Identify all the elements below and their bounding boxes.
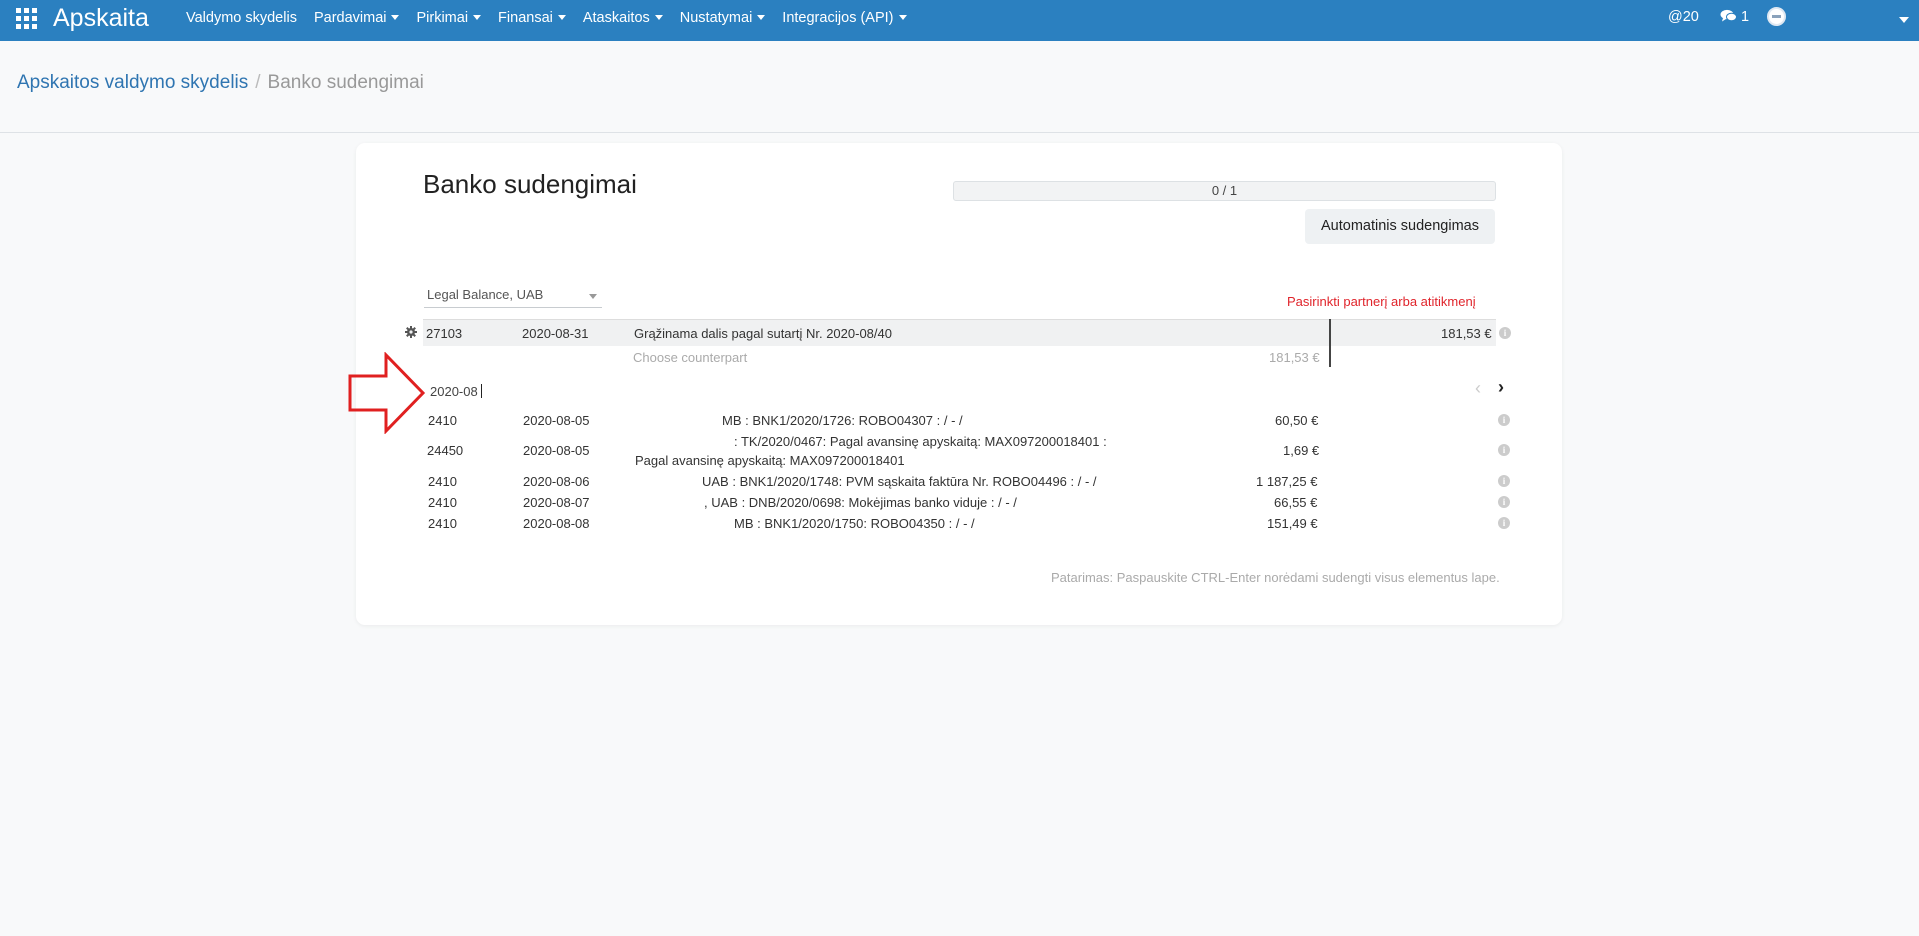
reconciliation-progress-bar: 0 / 1: [953, 181, 1496, 201]
info-icon[interactable]: i: [1499, 327, 1511, 339]
candidate-date: 2020-08-08: [523, 516, 590, 531]
candidate-amount: 1 187,25 €: [1256, 474, 1318, 489]
apps-grid-icon[interactable]: [16, 8, 38, 30]
menu-item-reports[interactable]: Ataskaitos: [583, 10, 663, 26]
brand-logo-text[interactable]: Apskaita: [53, 4, 149, 33]
chevron-down-icon: [757, 15, 766, 20]
chevron-down-icon: [898, 15, 907, 20]
page-title: Banko sudengimai: [423, 169, 637, 199]
choose-counterpart-field[interactable]: Choose counterpart: [633, 350, 747, 365]
menu-item-purchases[interactable]: Pirkimai: [416, 10, 482, 26]
menu-item-label: Finansai: [498, 10, 553, 26]
candidate-date: 2020-08-06: [523, 474, 590, 489]
breadcrumb-current: Banko sudengimai: [267, 72, 424, 93]
annotation-arrow-icon: [348, 352, 426, 434]
candidate-amount: 151,49 €: [1267, 516, 1318, 531]
comments-icon: [1720, 9, 1737, 22]
candidate-amount: 1,69 €: [1283, 443, 1320, 458]
breadcrumb-bar: Apskaitos valdymo skydelis / Banko sudengi…: [0, 41, 1919, 133]
candidate-label: MB : BNK1/2020/1750: ROBO04350 : / - /: [734, 516, 975, 531]
menu-item-label: Ataskaitos: [582, 10, 650, 26]
chevron-down-icon[interactable]: [1899, 17, 1909, 23]
candidate-account: 2410: [428, 413, 457, 428]
menu-item-label: Integracijos (API): [782, 10, 894, 26]
chevron-down-icon: [654, 15, 663, 20]
company-select[interactable]: Legal Balance, UAB: [424, 287, 602, 308]
breadcrumb-separator: /: [255, 72, 261, 93]
column-divider: [1329, 319, 1331, 367]
statement-date: 2020-08-31: [522, 326, 589, 341]
menu-item-label: Nustatymai: [679, 10, 753, 26]
candidate-account: 2410: [428, 495, 457, 510]
candidate-account: 2410: [428, 474, 457, 489]
auto-reconcile-button[interactable]: Automatinis sudengimas: [1305, 209, 1495, 244]
statement-amount: 181,53 €: [1441, 326, 1492, 341]
counterpart-amount: 181,53 €: [1269, 350, 1320, 365]
info-icon[interactable]: i: [1498, 414, 1510, 426]
menu-item-finance[interactable]: Finansai: [498, 10, 566, 26]
candidate-amount: 60,50 €: [1275, 413, 1319, 428]
candidate-label-line2: Pagal avansinę apyskaitą: MAX09720001840…: [635, 453, 905, 468]
candidate-label: : TK/2020/0467: Pagal avansinę apyskaitą…: [734, 434, 1107, 449]
pick-partner-link[interactable]: Pasirinkti partnerį arba atitikmenį: [1287, 294, 1476, 309]
candidate-amount: 66,55 €: [1274, 495, 1318, 510]
candidate-label: MB : BNK1/2020/1726: ROBO04307 : / - /: [722, 413, 963, 428]
candidate-date: 2020-08-05: [523, 413, 590, 428]
chevron-down-icon: [391, 15, 400, 20]
chevron-down-icon: [589, 294, 597, 299]
mentions-counter[interactable]: @20: [1668, 9, 1699, 25]
candidate-account: 24450: [427, 443, 464, 458]
user-avatar-icon[interactable]: [1767, 7, 1786, 26]
main-menu: Valdymo skydelis Pardavimai Pirkimai Fin…: [186, 10, 924, 26]
menu-item-label: Valdymo skydelis: [186, 10, 297, 26]
statement-account: 27103: [426, 326, 463, 341]
chevron-left-icon[interactable]: ‹: [1475, 378, 1481, 399]
menu-item-label: Pardavimai: [313, 10, 387, 26]
candidate-date: 2020-08-05: [523, 443, 590, 458]
menu-item-settings[interactable]: Nustatymai: [680, 10, 766, 26]
breadcrumb-parent-link[interactable]: Apskaitos valdymo skydelis: [17, 72, 248, 93]
candidate-label: UAB : BNK1/2020/1748: PVM sąskaita faktū…: [702, 474, 1097, 489]
text-cursor: [481, 384, 482, 398]
menu-item-integrations[interactable]: Integracijos (API): [782, 10, 907, 26]
messages-count: 1: [1741, 9, 1750, 25]
chevron-down-icon: [473, 15, 482, 20]
chevron-down-icon: [557, 15, 566, 20]
menu-item-dashboard[interactable]: Valdymo skydelis: [186, 10, 297, 26]
info-icon[interactable]: i: [1498, 475, 1510, 487]
company-select-value: Legal Balance, UAB: [427, 287, 544, 302]
keyboard-hint: Patarimas: Paspauskite CTRL-Enter norėda…: [1051, 570, 1500, 585]
chevron-right-icon[interactable]: ›: [1498, 377, 1504, 398]
breadcrumb: Apskaitos valdymo skydelis / Banko sudengi…: [17, 72, 424, 94]
candidate-label: , UAB : DNB/2020/0698: Mokėjimas banko v…: [704, 495, 1017, 510]
info-icon[interactable]: i: [1498, 444, 1510, 456]
messages-counter[interactable]: 1: [1720, 9, 1749, 25]
menu-item-sales[interactable]: Pardavimai: [314, 10, 400, 26]
candidate-account: 2410: [428, 516, 457, 531]
info-icon[interactable]: i: [1498, 496, 1510, 508]
candidate-search-input[interactable]: [430, 381, 630, 401]
candidate-date: 2020-08-07: [523, 495, 590, 510]
top-navbar: Apskaita Valdymo skydelis Pardavimai Pir…: [0, 0, 1919, 41]
menu-item-label: Pirkimai: [416, 10, 469, 26]
info-icon[interactable]: i: [1498, 517, 1510, 529]
statement-description: Grąžinama dalis pagal sutartį Nr. 2020-0…: [634, 326, 892, 341]
gear-icon[interactable]: [405, 326, 417, 341]
